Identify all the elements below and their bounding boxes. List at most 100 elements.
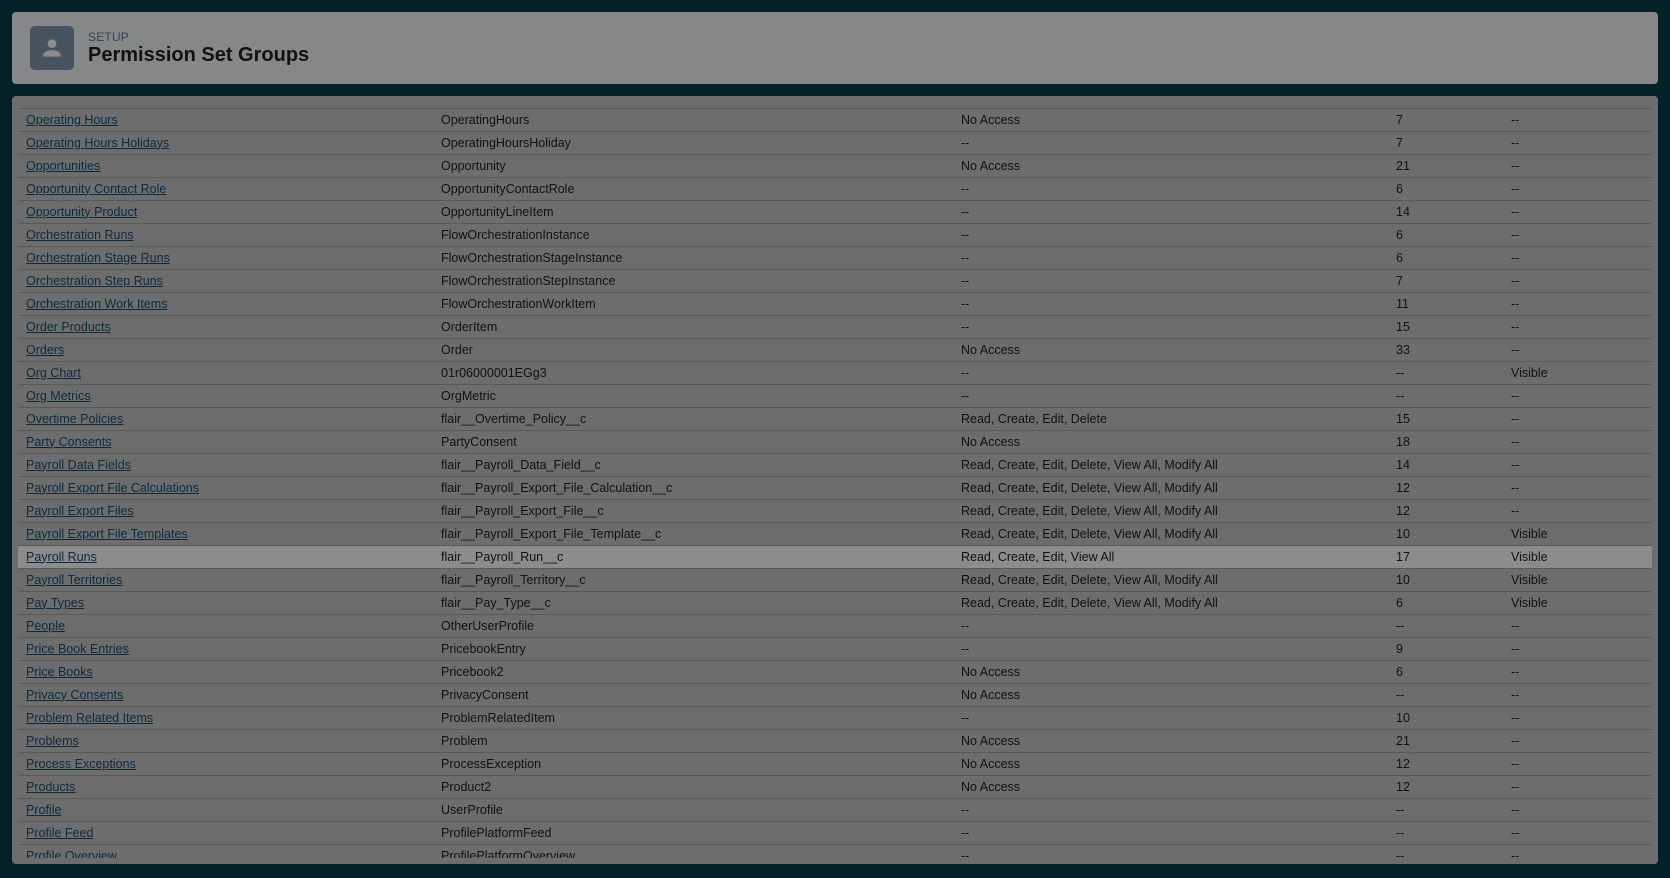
tab-cell: -- xyxy=(1503,131,1652,154)
object-link[interactable]: Party Consents xyxy=(26,435,111,449)
object-link[interactable]: Problem Related Items xyxy=(26,711,153,725)
tab-cell: -- xyxy=(1503,614,1652,637)
tab-cell: -- xyxy=(1503,752,1652,775)
api-name-cell: OrgMetric xyxy=(433,384,953,407)
access-cell: No Access xyxy=(953,729,1388,752)
object-link[interactable]: Opportunities xyxy=(26,159,100,173)
object-link[interactable]: Price Book Entries xyxy=(26,642,129,656)
tab-cell: -- xyxy=(1503,683,1652,706)
content-card: Operating HoursOperatingHoursNo Access7-… xyxy=(12,96,1658,864)
table-row: Operating HoursOperatingHoursNo Access7-… xyxy=(18,108,1652,131)
api-name-cell: ProblemRelatedItem xyxy=(433,706,953,729)
object-link[interactable]: Orders xyxy=(26,343,64,357)
table-row: Opportunity Contact Role OpportunityConta… xyxy=(18,177,1652,200)
count-cell: 6 xyxy=(1388,177,1503,200)
object-link[interactable]: Orchestration Step Runs xyxy=(26,274,163,288)
api-name-cell: OperatingHoursHoliday xyxy=(433,131,953,154)
api-name-cell: ProfilePlatformFeed xyxy=(433,821,953,844)
table-row: Price Book EntriesPricebookEntry--9-- xyxy=(18,637,1652,660)
object-link[interactable]: Privacy Consents xyxy=(26,688,123,702)
count-cell: 12 xyxy=(1388,752,1503,775)
table-row: ProblemsProblemNo Access21-- xyxy=(18,729,1652,752)
access-cell: -- xyxy=(953,614,1388,637)
tab-cell: -- xyxy=(1503,637,1652,660)
tab-cell: Visible xyxy=(1503,361,1652,384)
table-row: ProductsProduct2No Access12-- xyxy=(18,775,1652,798)
count-cell: 21 xyxy=(1388,729,1503,752)
object-link[interactable]: Payroll Export File Templates xyxy=(26,527,188,541)
tab-cell: -- xyxy=(1503,315,1652,338)
table-row: Payroll Export File Calculations flair__P… xyxy=(18,476,1652,499)
object-link[interactable]: Orchestration Runs xyxy=(26,228,134,242)
tab-cell: Visible xyxy=(1503,568,1652,591)
api-name-cell: Pricebook2 xyxy=(433,660,953,683)
access-cell: -- xyxy=(953,637,1388,660)
object-link[interactable]: People xyxy=(26,619,65,633)
api-name-cell: ProcessException xyxy=(433,752,953,775)
object-link[interactable]: Operating Hours xyxy=(26,113,118,127)
api-name-cell: flair__Payroll_Export_File_Calculation__… xyxy=(433,476,953,499)
access-cell: -- xyxy=(953,798,1388,821)
object-link[interactable]: Profile xyxy=(26,803,61,817)
count-cell: 6 xyxy=(1388,591,1503,614)
object-link[interactable]: Process Exceptions xyxy=(26,757,136,771)
object-link[interactable]: Org Metrics xyxy=(26,389,91,403)
table-row: OrdersOrderNo Access33-- xyxy=(18,338,1652,361)
access-cell: -- xyxy=(953,200,1388,223)
access-cell: No Access xyxy=(953,775,1388,798)
table-scroll[interactable]: Operating HoursOperatingHoursNo Access7-… xyxy=(18,102,1652,858)
api-name-cell: flair__Payroll_Export_File_Template__c xyxy=(433,522,953,545)
object-link[interactable]: Payroll Export File Calculations xyxy=(26,481,199,495)
count-cell: 6 xyxy=(1388,223,1503,246)
api-name-cell: OrderItem xyxy=(433,315,953,338)
object-link[interactable]: Opportunity Contact Role xyxy=(26,182,166,196)
object-link[interactable]: Orchestration Stage Runs xyxy=(26,251,170,265)
access-cell: -- xyxy=(953,706,1388,729)
table-row: Profile OverviewProfilePlatformOverview-… xyxy=(18,844,1652,858)
count-cell: -- xyxy=(1388,361,1503,384)
access-cell: Read, Create, Edit, Delete, View All, Mo… xyxy=(953,522,1388,545)
count-cell: -- xyxy=(1388,798,1503,821)
api-name-cell: Product2 xyxy=(433,775,953,798)
object-link[interactable]: Org Chart xyxy=(26,366,81,380)
count-cell: 6 xyxy=(1388,246,1503,269)
table-row: ProfileUserProfile------ xyxy=(18,798,1652,821)
count-cell: 10 xyxy=(1388,706,1503,729)
table-row: Payroll Territoriesflair__Payroll_Territ… xyxy=(18,568,1652,591)
object-link[interactable]: Orchestration Work Items xyxy=(26,297,167,311)
object-link[interactable]: Price Books xyxy=(26,665,93,679)
access-cell: -- xyxy=(953,821,1388,844)
object-link[interactable]: Order Products xyxy=(26,320,111,334)
count-cell: 21 xyxy=(1388,154,1503,177)
object-link[interactable]: Pay Types xyxy=(26,596,84,610)
tab-cell: -- xyxy=(1503,223,1652,246)
object-link[interactable]: Payroll Runs xyxy=(26,550,97,564)
api-name-cell: OpportunityContactRole xyxy=(433,177,953,200)
object-link[interactable]: Opportunity Product xyxy=(26,205,137,219)
tab-cell: -- xyxy=(1503,384,1652,407)
tab-cell: -- xyxy=(1503,430,1652,453)
object-link[interactable]: Problems xyxy=(26,734,79,748)
tab-cell: -- xyxy=(1503,660,1652,683)
object-link[interactable]: Operating Hours Holidays xyxy=(26,136,169,150)
count-cell: 11 xyxy=(1388,292,1503,315)
object-link[interactable]: Profile Feed xyxy=(26,826,93,840)
tab-cell: -- xyxy=(1503,775,1652,798)
permissions-table: Operating HoursOperatingHoursNo Access7-… xyxy=(18,102,1652,858)
object-link[interactable]: Payroll Data Fields xyxy=(26,458,131,472)
object-link[interactable]: Payroll Export Files xyxy=(26,504,134,518)
object-link[interactable]: Overtime Policies xyxy=(26,412,123,426)
object-link[interactable]: Payroll Territories xyxy=(26,573,122,587)
api-name-cell: 01r06000001EGg3 xyxy=(433,361,953,384)
table-row: Orchestration Work ItemsFlowOrchestratio… xyxy=(18,292,1652,315)
tab-cell: -- xyxy=(1503,246,1652,269)
object-link[interactable]: Products xyxy=(26,780,75,794)
access-cell: Read, Create, Edit, Delete xyxy=(953,407,1388,430)
count-cell: 6 xyxy=(1388,660,1503,683)
access-cell: -- xyxy=(953,246,1388,269)
object-link[interactable]: Profile Overview xyxy=(26,849,117,859)
access-cell: No Access xyxy=(953,430,1388,453)
access-cell: Read, Create, Edit, Delete, View All, Mo… xyxy=(953,591,1388,614)
access-cell: -- xyxy=(953,131,1388,154)
api-name-cell: Order xyxy=(433,338,953,361)
